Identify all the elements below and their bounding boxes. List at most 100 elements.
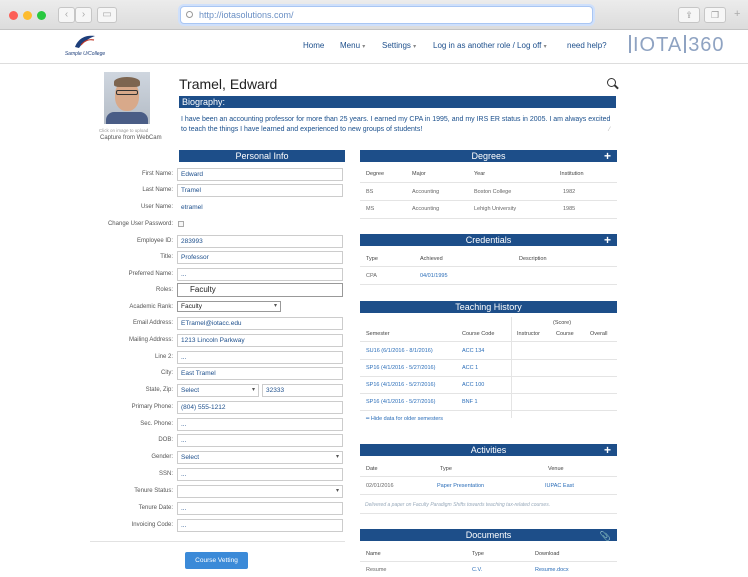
course-code-cell[interactable]: ACC 100: [462, 382, 484, 388]
college-logo[interactable]: Sample U/College: [55, 33, 115, 61]
profile-photo[interactable]: [104, 72, 150, 124]
col-header: Venue: [548, 466, 564, 472]
course-code-cell[interactable]: BNF 1: [462, 399, 478, 405]
gender-select[interactable]: Select ▾: [177, 451, 343, 464]
invoicing-code-field[interactable]: ...: [177, 519, 343, 532]
divider: [511, 317, 512, 418]
document-cell[interactable]: C.V.: [472, 567, 482, 573]
roles-field[interactable]: Faculty: [177, 283, 343, 297]
minimize-window-icon[interactable]: [23, 11, 32, 20]
col-header: Name: [366, 551, 381, 557]
brand-right: 360: [688, 34, 725, 56]
document-download-link[interactable]: Resume.docx: [535, 567, 569, 573]
new-tab-icon[interactable]: +: [734, 8, 740, 20]
change-password-checkbox[interactable]: [178, 221, 184, 227]
add-activity-icon[interactable]: +: [604, 444, 611, 456]
credentials-header: Credentials +: [360, 234, 617, 246]
sec-phone-field[interactable]: ...: [177, 418, 343, 431]
nav-menu[interactable]: Menu ▾: [340, 41, 365, 50]
nav-home[interactable]: Home: [303, 41, 324, 50]
dob-field[interactable]: ...: [177, 434, 343, 447]
degree-cell: MS: [366, 206, 375, 212]
email-field[interactable]: ETramel@iotacc.edu: [177, 317, 343, 330]
app-header: Sample U/College Home Menu ▾ Settings ▾ …: [0, 30, 748, 64]
divider: [360, 561, 617, 562]
add-degree-icon[interactable]: +: [604, 150, 611, 162]
chevron-down-icon: ▾: [273, 303, 277, 309]
back-icon[interactable]: ‹: [58, 7, 75, 23]
invoicing-code-label: Invoicing Code:: [131, 522, 173, 528]
close-window-icon[interactable]: [9, 11, 18, 20]
resize-handle-icon[interactable]: ⁄: [609, 127, 610, 133]
maximize-window-icon[interactable]: [37, 11, 46, 20]
chevron-down-icon: ▾: [335, 488, 339, 494]
state-select[interactable]: Select ▾: [177, 384, 259, 397]
title-field[interactable]: Professor: [177, 251, 343, 264]
credential-cell[interactable]: 04/01/1995: [420, 273, 448, 279]
divider: [360, 341, 617, 342]
address-bar[interactable]: http://iotasolutions.com/: [180, 6, 593, 24]
title-label: Title:: [160, 254, 173, 260]
dob-label: DOB:: [158, 437, 173, 443]
sidebar-toggle-icon[interactable]: ▭: [97, 7, 117, 23]
score-label: (Score): [553, 320, 572, 326]
course-vetting-button[interactable]: Course Vetting: [185, 552, 248, 569]
brand-divider: [629, 35, 631, 53]
course-code-cell[interactable]: ACC 134: [462, 348, 484, 354]
semester-cell[interactable]: SU16 (6/1/2016 - 8/1/2016): [366, 348, 433, 354]
roles-label: Roles:: [155, 287, 173, 293]
browser-toolbar: ‹ › ▭ http://iotasolutions.com/ ⇪ ❐ +: [0, 0, 748, 30]
line2-label: Line 2:: [154, 354, 173, 360]
share-icon[interactable]: ⇪: [678, 7, 700, 23]
preferred-name-field[interactable]: ...: [177, 268, 343, 281]
logo-text: Sample U/College: [64, 51, 106, 57]
semester-cell[interactable]: SP16 (4/1/2016 - 5/27/2016): [366, 382, 435, 388]
tabs-icon[interactable]: ❐: [704, 7, 726, 23]
paperclip-icon[interactable]: 📎: [600, 530, 611, 542]
employee-id-field[interactable]: 283993: [177, 235, 343, 248]
primary-phone-label: Primary Phone:: [131, 404, 173, 410]
academic-rank-select[interactable]: Faculty ▾: [177, 301, 281, 312]
col-header: Year: [474, 171, 486, 177]
divider: [360, 494, 617, 495]
col-header: Description: [519, 256, 547, 262]
add-credential-icon[interactable]: +: [604, 234, 611, 246]
city-field[interactable]: East Tramel: [177, 367, 343, 380]
divider: [360, 476, 617, 477]
gender-label: Gender:: [151, 454, 173, 460]
chevron-down-icon: ▾: [251, 387, 255, 393]
ssn-field[interactable]: ...: [177, 468, 343, 481]
nav-settings[interactable]: Settings ▾: [382, 41, 416, 50]
photo-hair: [114, 77, 140, 87]
tenure-date-field[interactable]: ...: [177, 502, 343, 515]
teaching-history-header: Teaching History: [360, 301, 617, 313]
zip-field[interactable]: 32333: [262, 384, 343, 397]
primary-phone-field[interactable]: (804) 555-1212: [177, 401, 343, 414]
mailing-address-label: Mailing Address:: [128, 337, 173, 343]
activity-cell[interactable]: Paper Presentation: [437, 483, 484, 489]
line2-field[interactable]: ...: [177, 351, 343, 364]
tenure-status-select[interactable]: ▾: [177, 485, 343, 498]
col-header: Overall: [590, 331, 608, 337]
iota360-brand: IOTA 360: [627, 34, 725, 57]
semester-cell[interactable]: SP16 (4/1/2016 - 5/27/2016): [366, 399, 435, 405]
activity-note: Delivered a paper on Faculty Paradigm Sh…: [365, 502, 551, 508]
semester-cell[interactable]: SP16 (4/1/2016 - 5/27/2016): [366, 365, 435, 371]
course-code-cell[interactable]: ACC 1: [462, 365, 478, 371]
capture-webcam-link[interactable]: Capture from WebCam: [100, 135, 162, 141]
change-password-label: Change User Password:: [107, 221, 173, 227]
academic-rank-value: Faculty: [181, 303, 202, 310]
hide-older-semesters-link[interactable]: ━ Hide data for older semesters: [366, 416, 443, 422]
biography-text[interactable]: I have been an accounting professor for …: [181, 115, 611, 134]
last-name-field[interactable]: Tramel: [177, 184, 343, 197]
nav-login-as[interactable]: Log in as another role / Log off ▾: [433, 41, 547, 50]
nav-help[interactable]: need help?: [567, 41, 607, 50]
first-name-field[interactable]: Edward: [177, 168, 343, 181]
search-icon[interactable]: [607, 78, 616, 87]
mailing-address-field[interactable]: 1213 Lincoln Parkway: [177, 334, 343, 347]
forward-icon[interactable]: ›: [75, 7, 92, 23]
city-label: City:: [161, 370, 173, 376]
last-name-label: Last Name:: [142, 187, 173, 193]
preferred-name-label: Preferred Name:: [128, 271, 173, 277]
activity-cell[interactable]: IUPAC East: [545, 483, 574, 489]
